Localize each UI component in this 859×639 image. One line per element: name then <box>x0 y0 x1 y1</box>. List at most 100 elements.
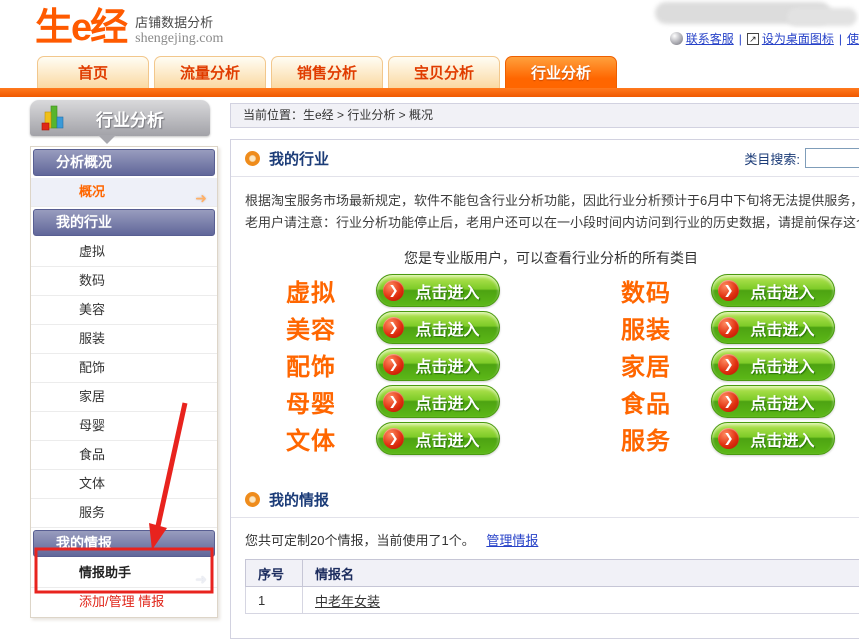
category-grid: 虚拟 ❯ 点击进入 数码 ❯ 点击进入 美容 ❯ 点击进入 <box>286 274 859 455</box>
enter-button-digital[interactable]: ❯ 点击进入 <box>711 274 835 307</box>
enter-button-clothing[interactable]: ❯ 点击进入 <box>711 311 835 344</box>
sidebar-item-sports[interactable]: 文体 <box>31 470 217 499</box>
content-panel: 我的行业 类目搜索: 根据淘宝服务市场最新规定，软件不能包含行业分析功能，因此行… <box>230 139 859 639</box>
section-bullet-icon <box>245 492 260 507</box>
desktop-shortcut-icon: ↗ <box>747 33 759 45</box>
arrow-circle-icon: ❯ <box>718 428 739 449</box>
sidebar-item-food[interactable]: 食品 <box>31 441 217 470</box>
enter-button-food[interactable]: ❯ 点击进入 <box>711 385 835 418</box>
site-logo[interactable]: 生e经 店铺数据分析 shengejing.com <box>35 7 223 49</box>
nav-underline-bar <box>0 88 859 97</box>
cell-no: 1 <box>246 587 303 614</box>
enter-button-label: 点击进入 <box>750 279 822 303</box>
intel-table-header-row: 序号 情报名 <box>246 560 859 587</box>
tab-traffic-analysis[interactable]: 流量分析 <box>154 56 266 88</box>
sidebar-item-services[interactable]: 服务 <box>31 499 217 528</box>
category-cell: 家居 ❯ 点击进入 <box>621 348 859 381</box>
intel-section-title: 我的情报 <box>269 489 329 510</box>
category-search: 类目搜索: <box>744 148 859 168</box>
menu-header-my-industry: 我的行业 <box>33 209 215 236</box>
link-separator: | <box>839 32 842 46</box>
link-separator: | <box>739 32 742 46</box>
intel-table: 序号 情报名 1 中老年女装 <box>245 559 859 614</box>
category-search-label: 类目搜索: <box>744 149 800 168</box>
arrow-circle-icon: ❯ <box>718 391 739 412</box>
enter-button-baby[interactable]: ❯ 点击进入 <box>376 385 500 418</box>
enter-button-accessories[interactable]: ❯ 点击进入 <box>376 348 500 381</box>
sidebar-item-home[interactable]: 家居 <box>31 383 217 412</box>
arrow-circle-icon: ❯ <box>383 317 404 338</box>
sidebar-item-digital[interactable]: 数码 <box>31 267 217 296</box>
arrow-circle-icon: ❯ <box>718 317 739 338</box>
category-label: 文体 <box>286 421 361 456</box>
manage-intel-link[interactable]: 管理情报 <box>486 533 538 548</box>
category-label: 数码 <box>621 273 696 308</box>
category-cell: 服务 ❯ 点击进入 <box>621 422 859 455</box>
notice-line-2: 老用户请注意：行业分析功能停止后，老用户还可以在一小段时间内访问到行业的历史数据… <box>231 212 859 234</box>
enter-button-virtual[interactable]: ❯ 点击进入 <box>376 274 500 307</box>
page-header: 生e经 店铺数据分析 shengejing.com 联系客服 | ↗ 设为桌面图… <box>0 0 859 56</box>
sidebar-item-manage-intel[interactable]: 添加/管理 情报 <box>31 588 217 617</box>
table-row: 1 中老年女装 <box>246 587 859 614</box>
sidebar-item-label: 概况 <box>79 184 105 199</box>
bar-chart-icon <box>40 104 68 132</box>
main-nav-tabs: 首页 流量分析 销售分析 宝贝分析 行业分析 <box>0 56 859 88</box>
intel-usage-line: 您共可定制20个情报，当前使用了1个。 管理情报 <box>231 518 859 559</box>
sidebar-item-beauty[interactable]: 美容 <box>31 296 217 325</box>
sidebar-item-accessories[interactable]: 配饰 <box>31 354 217 383</box>
category-cell: 食品 ❯ 点击进入 <box>621 385 859 418</box>
enter-button-label: 点击进入 <box>415 390 487 414</box>
category-label: 家居 <box>621 347 696 382</box>
category-label: 服装 <box>621 310 696 345</box>
intel-item-link[interactable]: 中老年女装 <box>315 594 380 609</box>
tab-sales-analysis[interactable]: 销售分析 <box>271 56 383 88</box>
enter-button-label: 点击进入 <box>415 427 487 451</box>
category-cell: 虚拟 ❯ 点击进入 <box>286 274 621 307</box>
category-cell: 配饰 ❯ 点击进入 <box>286 348 621 381</box>
section-bullet-icon <box>245 151 260 166</box>
col-header-no: 序号 <box>246 560 303 587</box>
category-label: 配饰 <box>286 347 361 382</box>
cutoff-link[interactable]: 使 <box>847 30 859 47</box>
tab-item-analysis[interactable]: 宝贝分析 <box>388 56 500 88</box>
menu-header-my-intel: 我的情报 <box>33 530 215 557</box>
desktop-shortcut-link[interactable]: 设为桌面图标 <box>762 30 834 47</box>
sidebar-item-baby[interactable]: 母婴 <box>31 412 217 441</box>
sidebar-item-intel-assistant[interactable]: 情报助手 ➜ <box>31 559 217 588</box>
arrow-circle-icon: ❯ <box>383 354 404 375</box>
contact-service-link[interactable]: 联系客服 <box>686 30 734 47</box>
enter-button-sports[interactable]: ❯ 点击进入 <box>376 422 500 455</box>
breadcrumb[interactable]: 当前位置：生e经 > 行业分析 > 概况 <box>230 103 859 128</box>
sidebar-item-virtual[interactable]: 虚拟 <box>31 238 217 267</box>
active-arrow-icon: ➜ <box>195 184 207 212</box>
sidebar-item-overview[interactable]: 概况 ➜ <box>31 178 217 207</box>
sidebar-item-clothing[interactable]: 服装 <box>31 325 217 354</box>
enter-button-home[interactable]: ❯ 点击进入 <box>711 348 835 381</box>
main-content: 当前位置：生e经 > 行业分析 > 概况 我的行业 类目搜索: 根据淘宝服务市场… <box>230 103 859 639</box>
enter-button-beauty[interactable]: ❯ 点击进入 <box>376 311 500 344</box>
enter-button-label: 点击进入 <box>415 279 487 303</box>
category-cell: 服装 ❯ 点击进入 <box>621 311 859 344</box>
cell-name: 中老年女装 <box>303 587 859 614</box>
enter-button-label: 点击进入 <box>750 316 822 340</box>
category-cell: 数码 ❯ 点击进入 <box>621 274 859 307</box>
enter-button-label: 点击进入 <box>750 390 822 414</box>
category-cell: 美容 ❯ 点击进入 <box>286 311 621 344</box>
notice-line-1: 根据淘宝服务市场最新规定，软件不能包含行业分析功能，因此行业分析预计于6月中下旬… <box>231 177 859 212</box>
censored-username-tail <box>787 8 857 26</box>
pro-user-note: 您是专业版用户，可以查看行业分析的所有类目 <box>231 248 859 268</box>
intel-usage-text: 您共可定制20个情报，当前使用了1个。 <box>245 533 475 548</box>
category-label: 食品 <box>621 384 696 419</box>
topbar-links: 联系客服 | ↗ 设为桌面图标 | 使 <box>670 30 859 47</box>
enter-button-services[interactable]: ❯ 点击进入 <box>711 422 835 455</box>
arrow-circle-icon: ❯ <box>383 428 404 449</box>
tab-industry-analysis[interactable]: 行业分析 <box>505 56 617 88</box>
category-label: 虚拟 <box>286 273 361 308</box>
category-search-input[interactable] <box>805 148 859 168</box>
tab-home[interactable]: 首页 <box>37 56 149 88</box>
logo-subtitle: 店铺数据分析 <box>135 12 223 31</box>
sidebar-title: 行业分析 <box>96 106 164 131</box>
menu-header-overview: 分析概况 <box>33 149 215 176</box>
enter-button-label: 点击进入 <box>415 316 487 340</box>
sidebar-item-label: 情报助手 <box>79 565 131 580</box>
